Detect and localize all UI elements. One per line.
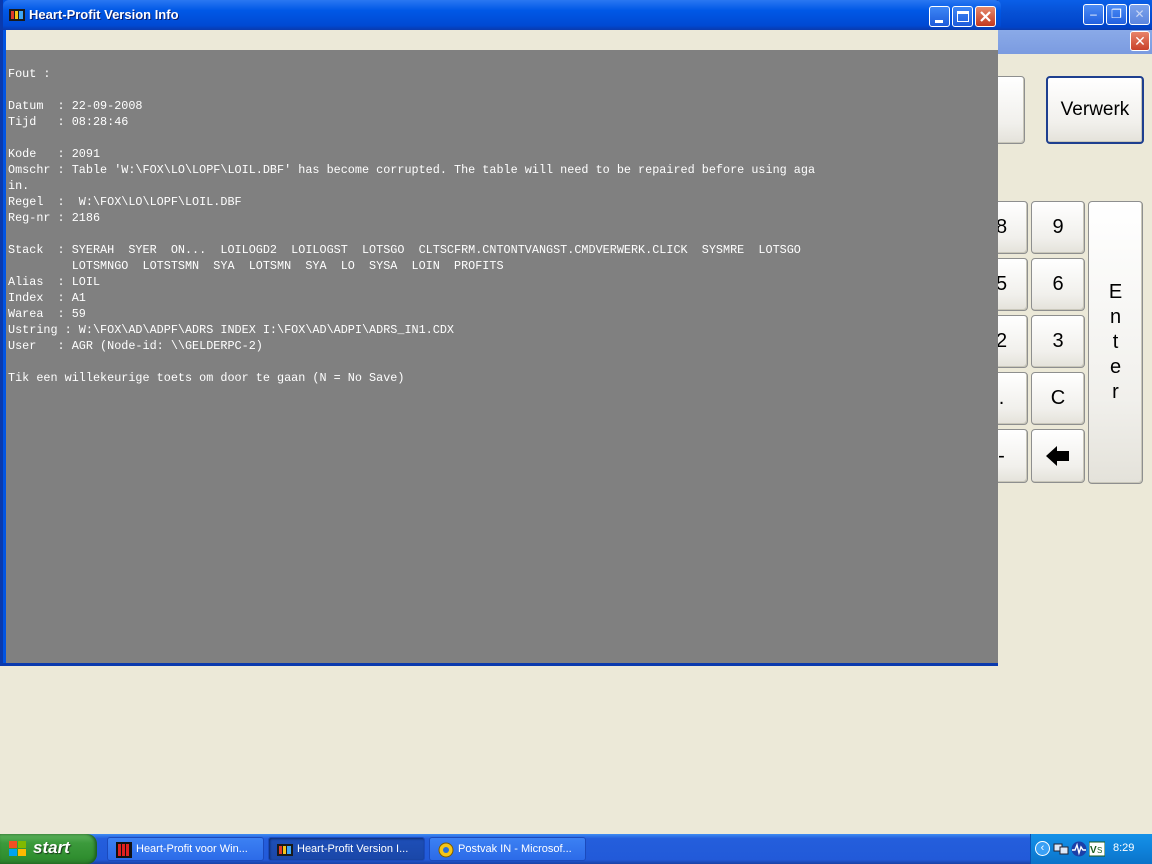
keypad-clear-button[interactable]: C — [1031, 372, 1085, 425]
enter-letter: n — [1109, 306, 1122, 328]
error-report-line: Ustring : W:\FOX\AD\ADPF\ADRS INDEX I:\F… — [8, 323, 454, 337]
dialog-menu-strip — [6, 30, 998, 50]
tray-clock: 8:29 — [1113, 842, 1135, 854]
error-report-line: Omschr : Table 'W:\FOX\LO\LOPF\LOIL.DBF'… — [8, 163, 816, 177]
error-report-line: LOTSMNGO LOTSTSMN SYA LOTSMN SYA LO SYSA… — [71, 259, 504, 273]
minimize-icon — [935, 20, 943, 23]
verwerk-button[interactable]: Verwerk — [1046, 76, 1144, 144]
error-report-line: Stack : SYERAH SYER ON... LOILOGD2 LOILO… — [8, 243, 801, 257]
main-restore-button[interactable]: ❐ — [1106, 4, 1127, 25]
keypad-6-button[interactable]: 6 — [1031, 258, 1085, 311]
error-report-line: Alias : LOIL — [8, 275, 101, 289]
enter-letter: E — [1108, 281, 1123, 303]
keypad-9-button[interactable]: 9 — [1031, 201, 1085, 254]
dialog-title: Heart-Profit Version Info — [29, 7, 179, 22]
error-report-line: Regel : W:\FOX\LO\LOPF\LOIL.DBF — [8, 195, 242, 209]
audio-monitor-icon[interactable] — [1071, 841, 1087, 857]
start-button[interactable]: start — [0, 834, 97, 864]
keypad-enter-button[interactable]: E n t e r — [1088, 201, 1143, 484]
taskbar-item-outlook[interactable]: Postvak IN - Microsof... — [429, 837, 586, 861]
taskbar-item-heart-profit[interactable]: Heart-Profit voor Win... — [107, 837, 264, 861]
heart-profit-icon — [116, 842, 132, 858]
system-tray: ‹ V S 8:29 — [1030, 834, 1152, 864]
outlook-icon — [438, 842, 454, 858]
keypad-3-button[interactable]: 3 — [1031, 315, 1085, 368]
dialog-close-button[interactable] — [975, 6, 996, 27]
windows-logo-icon — [9, 841, 26, 856]
error-report-line: Tijd : 08:28:46 — [8, 115, 129, 129]
tray-expand-icon[interactable]: ‹ — [1035, 841, 1050, 856]
child-close-button[interactable]: ✕ — [1130, 31, 1150, 51]
version-info-dialog: Heart-Profit Version Info Fout : Datum :… — [0, 0, 1001, 666]
maximize-icon — [957, 11, 969, 22]
heart-profit-app-icon — [9, 9, 25, 21]
error-report-line: in. — [8, 179, 30, 193]
error-console: Fout : Datum : 22-09-2008 Tijd : 08:28:4… — [6, 50, 998, 663]
error-report-line: Tik een willekeurige toets om door te ga… — [8, 371, 405, 385]
antivirus-icon[interactable]: V S — [1089, 841, 1105, 857]
main-close-button[interactable]: ✕ — [1129, 4, 1150, 25]
taskbar: start Heart-Profit voor Win... Heart-Pro… — [0, 834, 1152, 864]
enter-letter: e — [1109, 356, 1122, 378]
main-minimize-button[interactable]: – — [1083, 4, 1104, 25]
close-icon — [980, 11, 991, 22]
taskbar-item-version-info[interactable]: Heart-Profit Version I... — [268, 837, 425, 861]
error-report-line: Reg-nr : 2186 — [8, 211, 101, 225]
taskbar-item-label: Heart-Profit voor Win... — [136, 843, 248, 855]
dialog-minimize-button[interactable] — [929, 6, 950, 27]
start-label: start — [33, 838, 70, 857]
enter-letter: t — [1112, 331, 1119, 353]
dialog-maximize-button[interactable] — [952, 6, 973, 27]
enter-letter: r — [1112, 381, 1119, 403]
svg-text:S: S — [1097, 846, 1102, 855]
error-report-line: Fout : — [8, 67, 51, 81]
taskbar-item-label: Heart-Profit Version I... — [297, 843, 409, 855]
taskbar-item-label: Postvak IN - Microsof... — [458, 843, 572, 855]
dialog-titlebar: Heart-Profit Version Info — [3, 0, 1001, 30]
network-icon[interactable] — [1053, 841, 1069, 857]
error-report-line: User : AGR (Node-id: \\GELDERPC-2) — [8, 339, 263, 353]
keypad-backspace-button[interactable] — [1031, 429, 1085, 483]
error-report-line: Warea : 59 — [8, 307, 86, 321]
error-report-text: Fout : Datum : 22-09-2008 Tijd : 08:28:4… — [8, 66, 815, 386]
svg-text:V: V — [1090, 845, 1097, 856]
heart-profit-app-icon — [277, 844, 293, 856]
error-report-line: Index : A1 — [8, 291, 86, 305]
error-report-line: Kode : 2091 — [8, 147, 101, 161]
error-report-line: Datum : 22-09-2008 — [8, 99, 143, 113]
backspace-arrow-icon — [1046, 446, 1069, 466]
